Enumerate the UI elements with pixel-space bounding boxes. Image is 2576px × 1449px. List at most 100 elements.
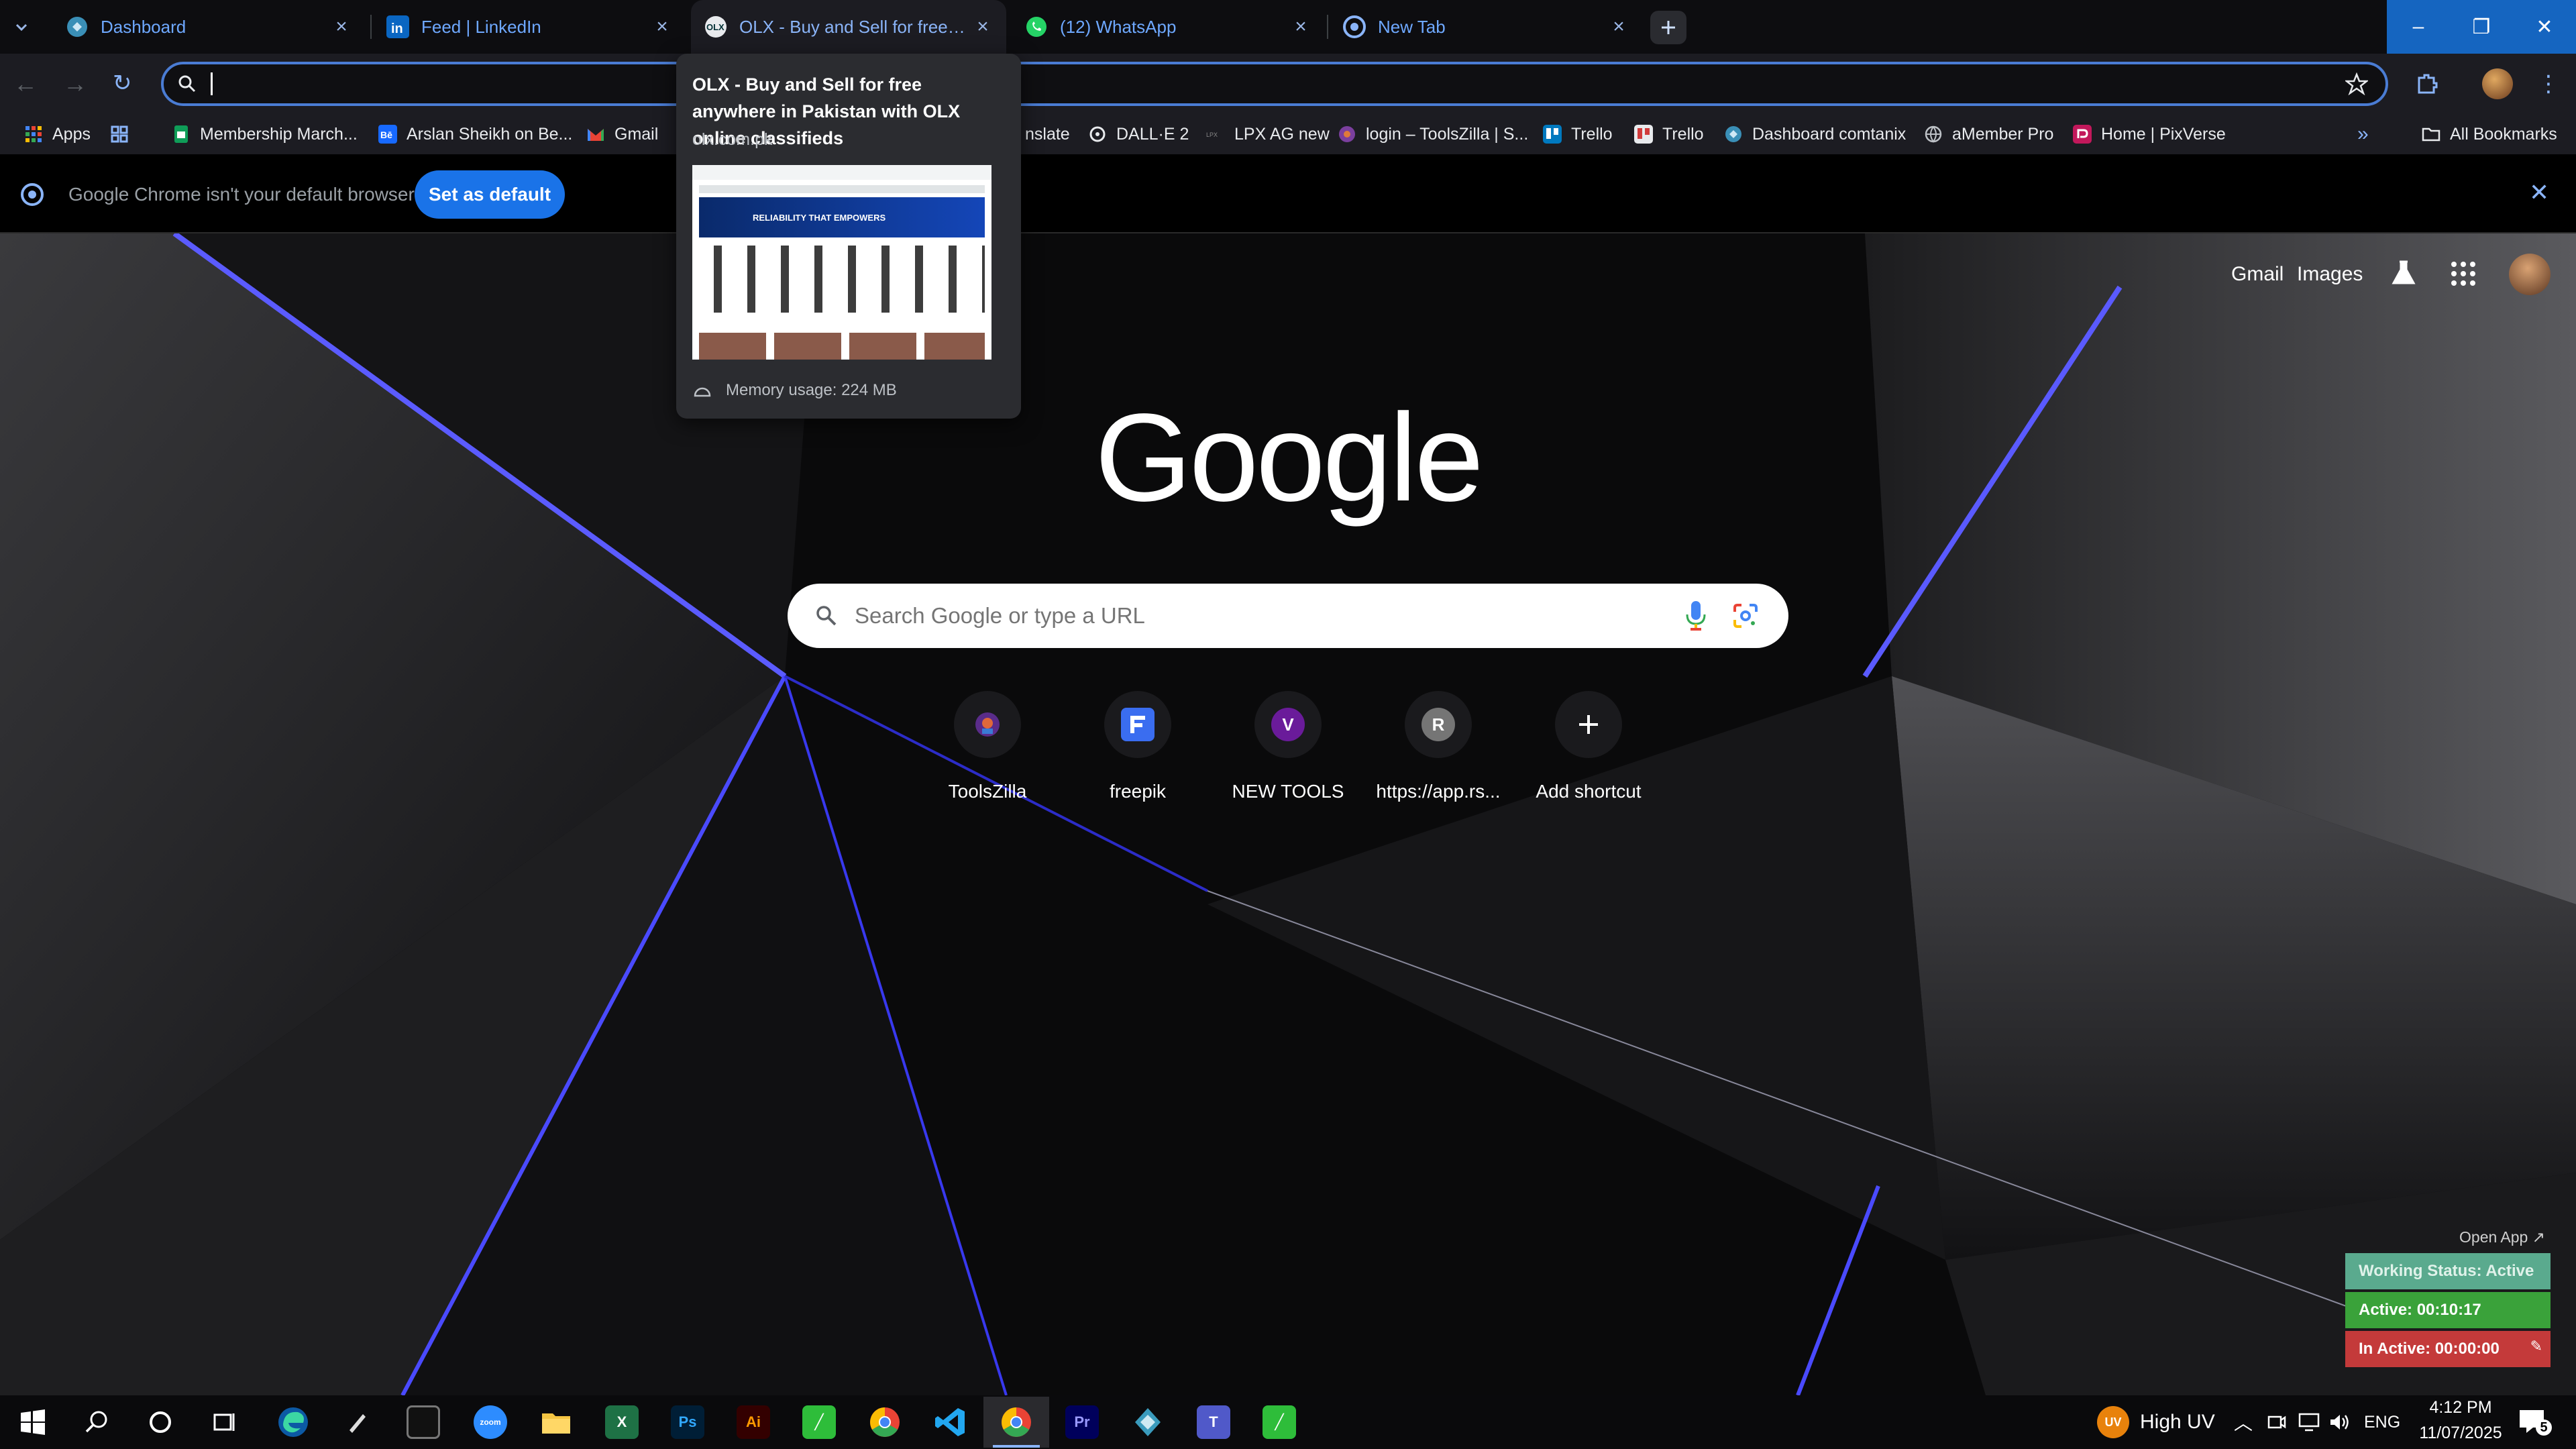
notification-center-button[interactable]: 5 <box>2517 1406 2553 1440</box>
taskbar-app-teams[interactable]: T <box>1181 1397 1246 1448</box>
tab-whatsapp[interactable]: (12) WhatsApp × <box>1012 0 1324 54</box>
bookmark-trello-2[interactable]: Trello <box>1634 114 1704 154</box>
bookmark-tab-groups[interactable] <box>110 114 138 154</box>
taskbar-app-excel[interactable]: X <box>589 1397 655 1448</box>
tab-new-tab[interactable]: New Tab × <box>1330 0 1642 54</box>
taskbar-app-photoshop[interactable]: Ps <box>655 1397 720 1448</box>
bookmark-label: LPX AG new <box>1234 124 1330 144</box>
bookmark-label: Dashboard comtanix <box>1752 124 1907 144</box>
bookmark-dalle[interactable]: DALL·E 2 <box>1088 114 1189 154</box>
close-infobar-button[interactable]: ✕ <box>2529 178 2549 207</box>
close-icon[interactable]: × <box>973 15 993 38</box>
volume-icon[interactable] <box>2328 1411 2351 1433</box>
bookmarks-overflow-button[interactable]: » <box>2357 114 2369 154</box>
taskbar-app-chrome-active[interactable] <box>983 1397 1049 1448</box>
shortcut-new-tools[interactable]: V NEW TOOLS <box>1221 691 1355 802</box>
bookmark-behance[interactable]: Bē Arslan Sheikh on Be... <box>378 114 572 154</box>
address-bar[interactable] <box>161 62 2388 106</box>
taskbar-app-edge[interactable] <box>260 1397 326 1448</box>
bookmark-apps[interactable]: Apps <box>24 114 91 154</box>
shortcut-freepik[interactable]: freepik <box>1071 691 1205 802</box>
bookmark-label: DALL·E 2 <box>1116 124 1189 144</box>
trello-alt-icon <box>1634 125 1653 144</box>
labs-flask-icon[interactable] <box>2390 259 2418 287</box>
profile-avatar[interactable] <box>2482 68 2513 99</box>
bookmark-gmail[interactable]: Gmail <box>586 114 658 154</box>
close-icon[interactable]: × <box>652 15 672 38</box>
shortcut-app-rs[interactable]: R https://app.rs... <box>1371 691 1505 802</box>
active-time: Active: 00:10:17 <box>2359 1301 2481 1319</box>
microphone-icon[interactable] <box>1684 598 1708 633</box>
google-lens-icon[interactable] <box>1732 602 1759 629</box>
taskbar-app-pen[interactable] <box>325 1397 390 1448</box>
taskbar-app-green[interactable]: ╱ <box>786 1397 852 1448</box>
close-window-button[interactable]: ✕ <box>2513 0 2576 54</box>
language-indicator[interactable]: ENG <box>2364 1413 2400 1432</box>
search-icon <box>816 606 837 626</box>
all-bookmarks-button[interactable]: All Bookmarks <box>2422 114 2557 154</box>
network-icon[interactable] <box>2297 1411 2321 1433</box>
taskbar-search-button[interactable] <box>64 1397 130 1448</box>
taskbar-app-teal[interactable] <box>1115 1397 1181 1448</box>
tab-search-button[interactable] <box>9 15 34 39</box>
minimize-button[interactable]: – <box>2387 0 2450 54</box>
taskbar-app-vscode[interactable] <box>918 1397 983 1448</box>
set-as-default-button[interactable]: Set as default <box>415 170 565 219</box>
shortcut-add[interactable]: Add shortcut <box>1521 691 1656 802</box>
task-view-button[interactable] <box>192 1397 258 1448</box>
start-button[interactable] <box>0 1397 66 1448</box>
ntp-search-input[interactable] <box>855 597 1660 635</box>
tab-dashboard[interactable]: Dashboard × <box>52 0 365 54</box>
meet-now-icon[interactable] <box>2266 1411 2288 1433</box>
ntp-account-avatar[interactable] <box>2509 254 2551 295</box>
extensions-icon[interactable] <box>2414 71 2439 97</box>
bookmark-trello-1[interactable]: Trello <box>1543 114 1613 154</box>
restore-button[interactable]: ❐ <box>2450 0 2513 54</box>
taskbar-app-explorer[interactable] <box>523 1397 589 1448</box>
open-app-button[interactable]: Open App ↗ <box>2345 1224 2551 1250</box>
shortcut-toolszilla[interactable]: ToolsZilla <box>920 691 1055 802</box>
taskbar-app-premiere[interactable]: Pr <box>1049 1397 1115 1448</box>
bookmark-pixverse[interactable]: Home | PixVerse <box>2073 114 2226 154</box>
tab-olx[interactable]: OLX OLX - Buy and Sell for free anywhere… <box>691 0 1006 54</box>
weather-widget[interactable]: UV High UV <box>2097 1405 2215 1440</box>
linkedin-icon: in <box>386 15 409 38</box>
edit-pencil-icon[interactable]: ✎ <box>2530 1338 2542 1355</box>
tab-linkedin[interactable]: in Feed | LinkedIn × <box>373 0 686 54</box>
clock-time[interactable]: 4:12 PM <box>2422 1398 2500 1417</box>
clock-date[interactable]: 11/07/2025 <box>2412 1424 2509 1443</box>
shortcut-label: NEW TOOLS <box>1232 781 1344 802</box>
pixverse-icon <box>2073 125 2092 144</box>
close-icon[interactable]: × <box>1291 15 1311 38</box>
close-icon[interactable]: × <box>331 15 352 38</box>
bookmark-toolszilla[interactable]: login – ToolsZilla | S... <box>1338 114 1528 154</box>
google-apps-icon[interactable] <box>2450 260 2477 287</box>
taskbar-app-illustrator[interactable]: Ai <box>720 1397 786 1448</box>
letter-avatar-icon: R <box>1421 708 1455 741</box>
ntp-search-box[interactable] <box>788 584 1788 648</box>
reload-button[interactable]: ↻ <box>113 70 132 97</box>
taskbar-app-green2[interactable]: ╱ <box>1246 1397 1312 1448</box>
new-tab-button[interactable] <box>1650 11 1686 44</box>
bookmark-star-icon[interactable] <box>2345 72 2368 95</box>
forward-button[interactable]: → <box>63 70 87 98</box>
shortcut-tile <box>954 691 1021 758</box>
bookmark-membership[interactable]: Membership March... <box>172 114 358 154</box>
gmail-link[interactable]: Gmail <box>2231 263 2284 286</box>
bookmark-lpx[interactable]: LPX LPX AG new <box>1206 114 1330 154</box>
taskbar-app-chrome[interactable] <box>852 1397 918 1448</box>
bookmark-translate[interactable]: nslate <box>1025 114 1070 154</box>
taskbar-app-terminal[interactable] <box>390 1397 456 1448</box>
freepik-icon <box>1121 708 1155 741</box>
back-button[interactable]: ← <box>13 70 38 98</box>
close-icon[interactable]: × <box>1609 15 1629 38</box>
bookmark-comtanix[interactable]: Dashboard comtanix <box>1724 114 1906 154</box>
menu-kebab-icon[interactable]: ⋮ <box>2537 68 2560 99</box>
chrome-active-icon <box>1002 1407 1031 1437</box>
bookmark-amember[interactable]: aMember Pro <box>1924 114 2053 154</box>
cortana-button[interactable] <box>127 1397 193 1448</box>
taskbar-app-zoom[interactable]: zoom <box>458 1397 523 1448</box>
address-input[interactable] <box>209 68 2222 99</box>
tray-overflow-icon[interactable]: ︿ <box>2234 1409 2253 1436</box>
images-link[interactable]: Images <box>2297 263 2363 286</box>
